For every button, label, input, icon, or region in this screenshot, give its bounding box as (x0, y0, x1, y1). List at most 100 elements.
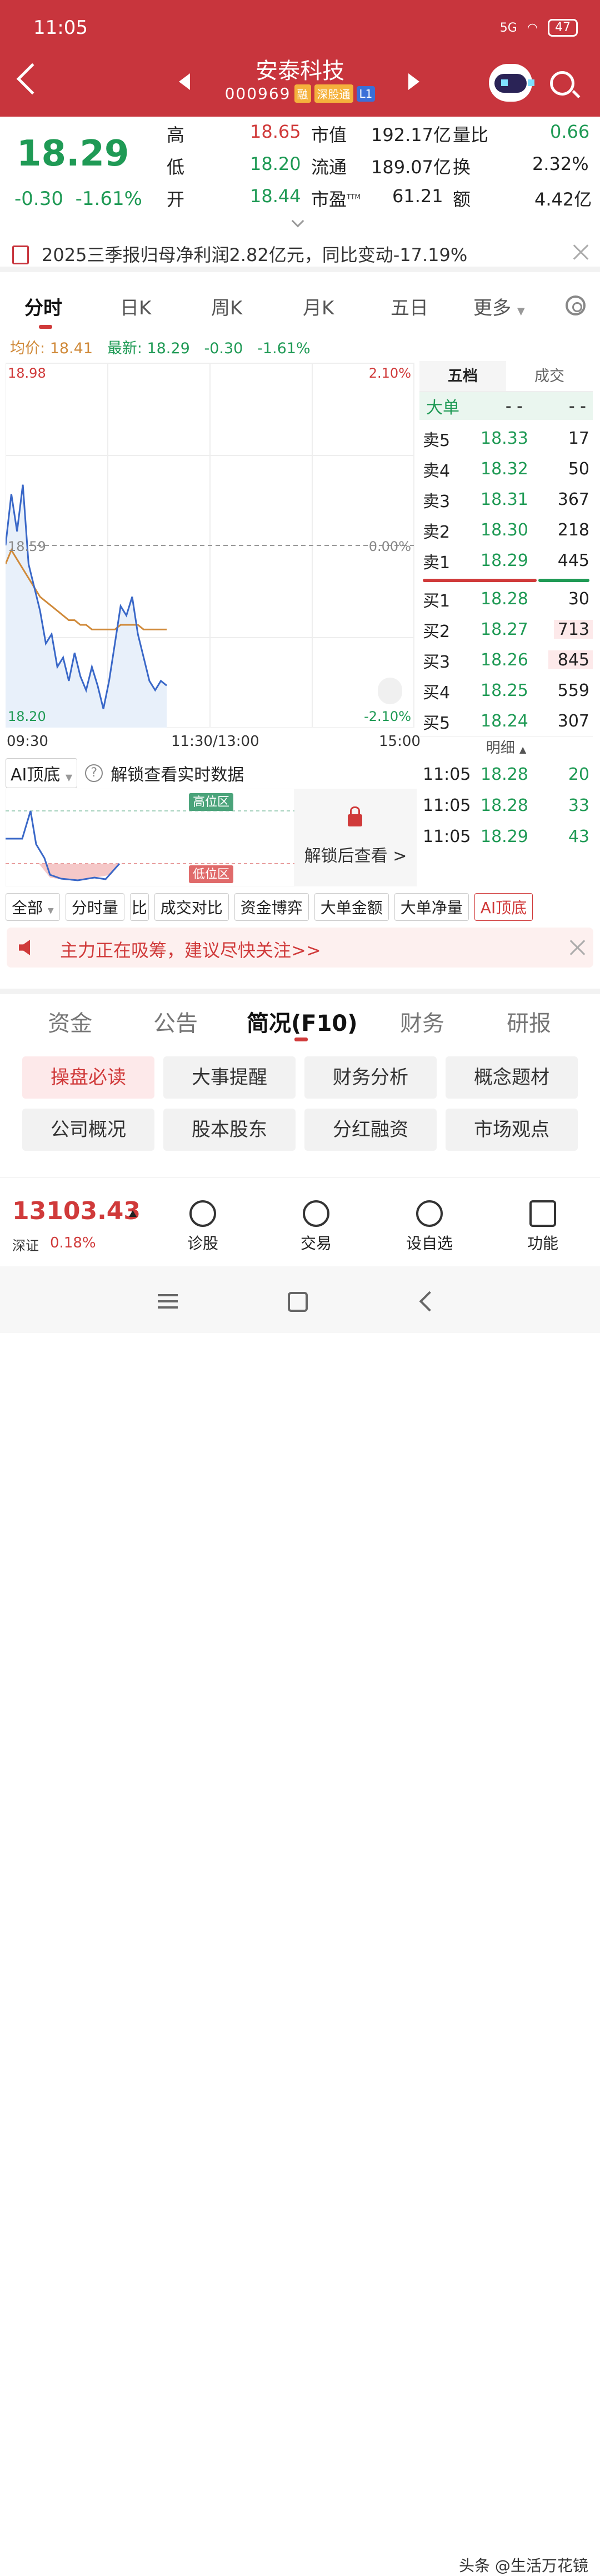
tab-announcements[interactable]: 公告 (153, 1005, 198, 1038)
chip-trade-compare[interactable]: 成交对比 (154, 893, 229, 921)
tab-research[interactable]: 研报 (507, 1005, 551, 1038)
btn-shareholders[interactable]: 股本股东 (163, 1109, 296, 1151)
bid-price: 18.25 (481, 681, 528, 700)
index-value[interactable]: 13103.43 (12, 1197, 141, 1225)
btn-financial-analysis[interactable]: 财务分析 (304, 1056, 437, 1099)
y-top-label: 18.98 (8, 365, 46, 381)
btn-market-views[interactable]: 市场观点 (446, 1109, 578, 1151)
index-up-arrow-icon (129, 1210, 137, 1217)
unlock-panel[interactable]: 解锁后查看 > (294, 789, 417, 886)
amount-label: 额 (453, 189, 471, 210)
bid-volume: 713 (557, 620, 589, 639)
chip-big-order-amount[interactable]: 大单金额 (314, 893, 389, 921)
chip-big-order-net[interactable]: 大单净量 (394, 893, 469, 921)
pct-mid-label: 0.00% (369, 539, 411, 554)
back-icon[interactable] (419, 1291, 440, 1312)
tag-margin: 融 (294, 84, 311, 103)
time-start: 09:30 (7, 733, 48, 750)
tab-financials[interactable]: 财务 (400, 1005, 444, 1038)
lock-icon (348, 806, 362, 826)
watermark: 头条 @生活万花镜 (459, 2557, 588, 2575)
alert-text: 主力正在吸筹，建议尽快关注>> (60, 940, 321, 961)
home-icon[interactable] (288, 1292, 308, 1312)
f10-button-grid: 操盘必读 大事提醒 财务分析 概念题材 公司概况 股本股东 分红融资 市场观点 (22, 1056, 578, 1151)
trade-price: 18.28 (481, 795, 528, 815)
volume-ratio-label: 量比 (453, 124, 489, 146)
bottom-bar: 13103.43 深证 0.18% 诊股 交易 设自选 功能 (0, 1177, 600, 1266)
tab-five-day[interactable]: 五日 (391, 293, 428, 320)
chip-ai-top-bottom[interactable]: AI顶底 (474, 893, 533, 921)
btn-concept-themes[interactable]: 概念题材 (446, 1056, 578, 1099)
chip-all-label: 全部 (12, 899, 43, 917)
btn-company-profile[interactable]: 公司概况 (22, 1109, 154, 1151)
big-order-label: 大单 (426, 398, 459, 418)
tab-overview-f10[interactable]: 简况(F10) (247, 1005, 358, 1038)
ask-row: 卖1 18.29 445 (419, 545, 593, 576)
menu-icon[interactable] (158, 1294, 178, 1309)
trade-row: 11:05 18.28 20 (419, 759, 593, 790)
trade-time: 11:05 (423, 764, 471, 784)
capital-alert[interactable]: 主力正在吸筹，建议尽快关注>> (7, 928, 593, 968)
bid-volume: 845 (557, 650, 589, 670)
nav-functions[interactable]: 功能 (512, 1200, 573, 1254)
time-mid: 11:30/13:00 (171, 733, 259, 750)
tab-five-levels[interactable]: 五档 (419, 361, 506, 391)
help-icon[interactable]: ? (85, 764, 103, 782)
dropdown-arrow-icon: ▼ (47, 906, 54, 915)
chip-ratio-partial[interactable]: 比 (129, 893, 149, 921)
tag-level: L1 (356, 86, 376, 102)
open-value: 18.44 (250, 186, 301, 207)
trade-detail-header[interactable]: 明细 ▲ (419, 736, 593, 759)
nav-trade-label: 交易 (300, 1234, 332, 1252)
gear-icon[interactable] (566, 295, 586, 315)
next-stock-button[interactable] (408, 73, 419, 90)
chip-capital-game[interactable]: 资金博弈 (234, 893, 309, 921)
trade-time: 11:05 (423, 795, 471, 815)
quote-panel: 18.29 -0.30 -1.61% 高 18.65 低 18.20 开 18.… (0, 117, 600, 228)
tab-monthly-k[interactable]: 月K (303, 293, 334, 320)
btn-trading-must-read[interactable]: 操盘必读 (22, 1056, 154, 1099)
tab-more[interactable]: 更多 ▼ (473, 293, 525, 320)
trade-time: 11:05 (423, 826, 471, 846)
unlock-hint[interactable]: 解锁查看实时数据 (111, 761, 244, 785)
btn-event-reminder[interactable]: 大事提醒 (163, 1056, 296, 1099)
nav-diagnose[interactable]: 诊股 (172, 1200, 233, 1254)
earnings-notice[interactable]: 2025三季报归母净利润2.82亿元，同比变动-17.19% (0, 233, 600, 272)
sort-up-icon: ▲ (519, 744, 527, 755)
expand-chevron-icon[interactable] (291, 214, 304, 228)
intraday-chart[interactable]: 18.98 18.59 18.20 2.10% 0.00% -2.10% (4, 361, 417, 728)
tab-daily-k[interactable]: 日K (120, 293, 151, 320)
mcap-value: 192.17亿 (371, 124, 451, 146)
ai-indicator-svg: 高位区 低位区 (5, 788, 295, 887)
rotate-screen-icon[interactable] (378, 678, 402, 704)
tab-capital[interactable]: 资金 (48, 1005, 92, 1038)
latest-change: -0.30 (204, 340, 243, 357)
trade-volume: 33 (568, 795, 589, 815)
tab-trades[interactable]: 成交 (506, 361, 593, 391)
ai-indicator-select[interactable]: AI顶底 ▼ (6, 758, 78, 788)
ask-price: 18.31 (481, 490, 528, 509)
amount-value: 4.42亿 (534, 189, 592, 210)
order-book-tabs: 五档 成交 (419, 361, 593, 392)
nav-trade[interactable]: 交易 (286, 1200, 347, 1254)
bid-row: 买5 18.24 307 (419, 706, 593, 736)
bid-price: 18.28 (481, 589, 528, 609)
chip-all[interactable]: 全部 ▼ (6, 893, 60, 921)
high-label: 高 (167, 124, 185, 146)
btn-dividends-financing[interactable]: 分红融资 (304, 1109, 437, 1151)
tab-intraday[interactable]: 分时 (24, 293, 62, 320)
close-icon[interactable] (572, 243, 589, 260)
chip-intraday-volume[interactable]: 分时量 (65, 893, 124, 921)
time-end: 15:00 (379, 733, 421, 750)
bid-price: 18.24 (481, 711, 528, 731)
search-icon[interactable] (550, 71, 574, 96)
ask-price: 18.29 (481, 551, 528, 570)
close-icon[interactable] (569, 939, 586, 955)
robot-assistant-icon[interactable] (489, 64, 534, 102)
nav-add-watchlist[interactable]: 设自选 (399, 1200, 460, 1254)
exchange-icon (303, 1200, 329, 1227)
document-icon (12, 245, 29, 264)
info-tabs: 资金 公告 简况(F10) 财务 研报 (0, 989, 600, 1041)
tag-connect: 深股通 (314, 84, 353, 103)
tab-weekly-k[interactable]: 周K (211, 293, 242, 320)
